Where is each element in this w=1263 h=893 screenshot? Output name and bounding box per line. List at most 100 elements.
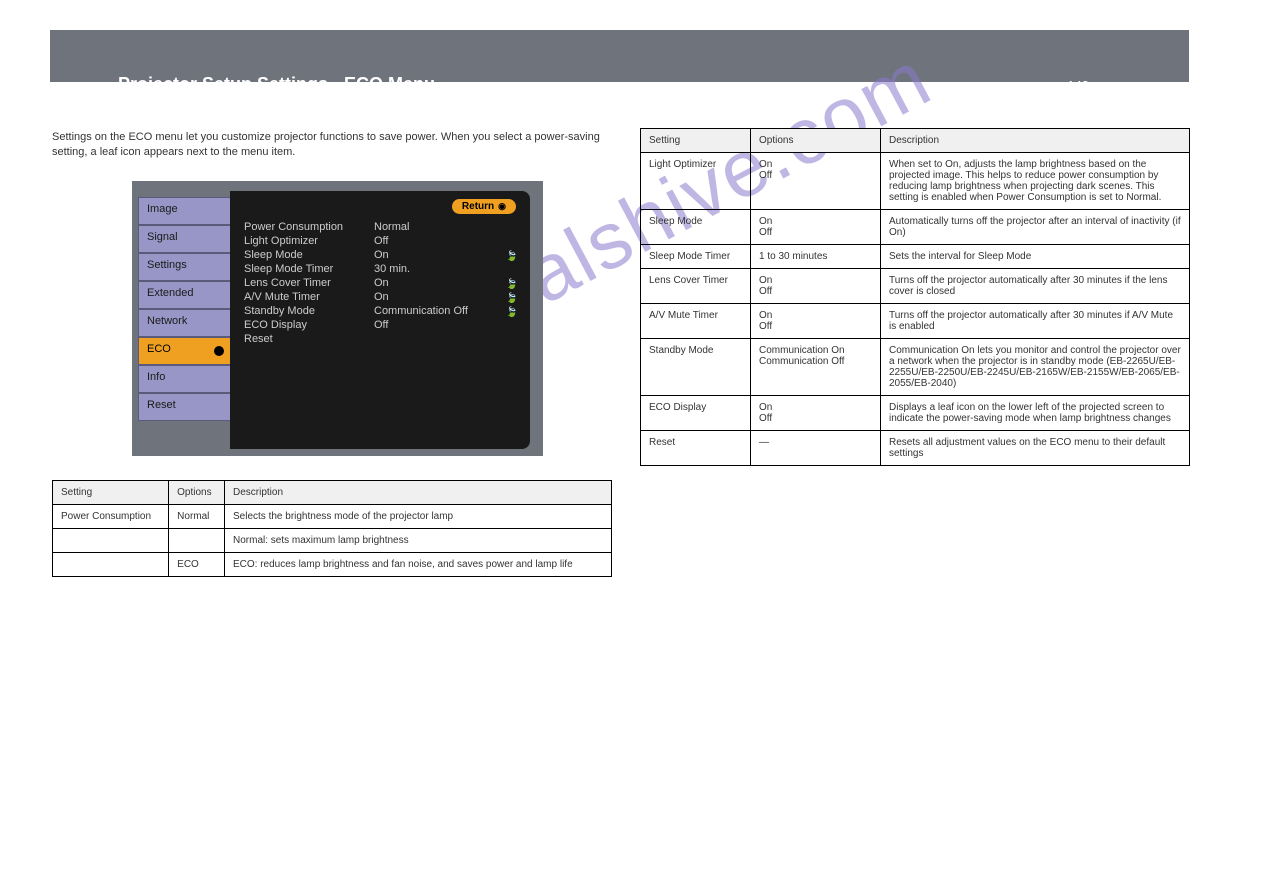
osd-item-value	[374, 333, 516, 345]
table-row: Light OptimizerOn OffWhen set to On, adj…	[641, 153, 1190, 210]
leaf-icon: 🍃	[506, 279, 518, 290]
table-cell: ECO Display	[641, 396, 751, 431]
right-table: Setting Options Description Light Optimi…	[640, 128, 1190, 466]
table-cell: When set to On, adjusts the lamp brightn…	[881, 153, 1190, 210]
osd-tab-reset[interactable]: Reset	[138, 393, 230, 421]
osd-tab-extended[interactable]: Extended	[138, 281, 230, 309]
osd-tab-image[interactable]: Image	[138, 197, 230, 225]
table-cell	[53, 552, 169, 576]
table-cell: Sleep Mode Timer	[641, 245, 751, 269]
table-cell: A/V Mute Timer	[641, 304, 751, 339]
osd-item-label: A/V Mute Timer	[244, 291, 374, 303]
table-cell	[169, 528, 225, 552]
table-row: Lens Cover TimerOn OffTurns off the proj…	[641, 269, 1190, 304]
left-table: Setting Options Description Power Consum…	[52, 480, 612, 577]
osd-item-label: Power Consumption	[244, 221, 374, 233]
table-cell: 1 to 30 minutes	[751, 245, 881, 269]
table-row: ECO DisplayOn OffDisplays a leaf icon on…	[641, 396, 1190, 431]
osd-item[interactable]: ECO DisplayOff	[244, 319, 516, 331]
left-table-body: Power ConsumptionNormalSelects the brigh…	[53, 504, 612, 576]
leaf-icon: 🍃	[506, 307, 518, 318]
table-row: Normal: sets maximum lamp brightness	[53, 528, 612, 552]
table-cell: Communication On lets you monitor and co…	[881, 339, 1190, 396]
return-button[interactable]: Return	[452, 199, 516, 214]
intro-paragraph: Settings on the ECO menu let you customi…	[52, 130, 612, 161]
table-cell	[53, 528, 169, 552]
osd-item-label: Sleep Mode	[244, 249, 374, 261]
osd-tab-signal[interactable]: Signal	[138, 225, 230, 253]
osd-item[interactable]: Light OptimizerOff	[244, 235, 516, 247]
table-cell: Sets the interval for Sleep Mode	[881, 245, 1190, 269]
osd-item[interactable]: A/V Mute TimerOn🍃	[244, 291, 516, 303]
table-cell: On Off	[751, 304, 881, 339]
osd-tabs: ImageSignalSettingsExtendedNetworkECOInf…	[138, 181, 230, 421]
osd-item[interactable]: Sleep ModeOn🍃	[244, 249, 516, 261]
osd-item-value: Off	[374, 319, 516, 331]
table-cell: Automatically turns off the projector af…	[881, 210, 1190, 245]
osd-panel: Return Power ConsumptionNormalLight Opti…	[230, 191, 530, 449]
osd-item[interactable]: Reset	[244, 333, 516, 345]
table-header-row: Setting Options Description	[53, 480, 612, 504]
leaf-icon: 🍃	[506, 293, 518, 304]
table-row: Power ConsumptionNormalSelects the brigh…	[53, 504, 612, 528]
right-column: Setting Options Description Light Optimi…	[640, 128, 1190, 466]
th-setting: Setting	[53, 480, 169, 504]
table-row: ECOECO: reduces lamp brightness and fan …	[53, 552, 612, 576]
page-title: Projector Setup Settings - ECO Menu	[118, 74, 435, 95]
osd-item-value: On	[374, 249, 516, 261]
table-cell: Turns off the projector automatically af…	[881, 304, 1190, 339]
table-cell: ECO: reduces lamp brightness and fan noi…	[225, 552, 612, 576]
th-options: Options	[751, 129, 881, 153]
table-cell: Sleep Mode	[641, 210, 751, 245]
osd-item[interactable]: Sleep Mode Timer 30 min.	[244, 263, 516, 275]
page-number: 143	[1067, 78, 1089, 93]
table-row: Standby ModeCommunication On Communicati…	[641, 339, 1190, 396]
th-setting: Setting	[641, 129, 751, 153]
table-cell: Normal	[169, 504, 225, 528]
table-cell: On Off	[751, 210, 881, 245]
osd-item-value: On	[374, 291, 516, 303]
table-cell: Standby Mode	[641, 339, 751, 396]
table-row: Sleep ModeOn OffAutomatically turns off …	[641, 210, 1190, 245]
left-column: Settings on the ECO menu let you customi…	[52, 130, 612, 577]
osd-item[interactable]: Lens Cover TimerOn🍃	[244, 277, 516, 289]
osd-tab-network[interactable]: Network	[138, 309, 230, 337]
osd-item-label: Sleep Mode Timer	[244, 263, 374, 275]
table-cell: Communication On Communication Off	[751, 339, 881, 396]
table-cell: ECO	[169, 552, 225, 576]
leaf-icon: 🍃	[506, 251, 518, 262]
table-cell: Reset	[641, 431, 751, 466]
table-row: A/V Mute TimerOn OffTurns off the projec…	[641, 304, 1190, 339]
table-cell: Resets all adjustment values on the ECO …	[881, 431, 1190, 466]
table-cell: —	[751, 431, 881, 466]
header-bar: Projector Setup Settings - ECO Menu 143	[50, 30, 1189, 82]
th-description: Description	[881, 129, 1190, 153]
table-cell: On Off	[751, 396, 881, 431]
osd-item-label: Reset	[244, 333, 374, 345]
table-cell: Displays a leaf icon on the lower left o…	[881, 396, 1190, 431]
th-description: Description	[225, 480, 612, 504]
table-cell: Normal: sets maximum lamp brightness	[225, 528, 612, 552]
osd-item-label: Lens Cover Timer	[244, 277, 374, 289]
table-cell: Power Consumption	[53, 504, 169, 528]
osd-item-label: Standby Mode	[244, 305, 374, 317]
osd-item[interactable]: Power ConsumptionNormal	[244, 221, 516, 233]
osd-item-value: On	[374, 277, 516, 289]
osd-item-value: Communication Off	[374, 305, 516, 317]
osd-tab-info[interactable]: Info	[138, 365, 230, 393]
osd-item[interactable]: Standby ModeCommunication Off🍃	[244, 305, 516, 317]
osd-tab-eco[interactable]: ECO	[138, 337, 230, 365]
osd-item-label: Light Optimizer	[244, 235, 374, 247]
table-row: Sleep Mode Timer1 to 30 minutesSets the …	[641, 245, 1190, 269]
osd-menu: ImageSignalSettingsExtendedNetworkECOInf…	[132, 181, 543, 456]
osd-item-value: Normal	[374, 221, 516, 233]
table-cell: Selects the brightness mode of the proje…	[225, 504, 612, 528]
table-row: Reset—Resets all adjustment values on th…	[641, 431, 1190, 466]
osd-item-value: Off	[374, 235, 516, 247]
th-options: Options	[169, 480, 225, 504]
table-cell: Lens Cover Timer	[641, 269, 751, 304]
table-cell: On Off	[751, 153, 881, 210]
osd-tab-settings[interactable]: Settings	[138, 253, 230, 281]
table-cell: Light Optimizer	[641, 153, 751, 210]
table-header-row: Setting Options Description	[641, 129, 1190, 153]
